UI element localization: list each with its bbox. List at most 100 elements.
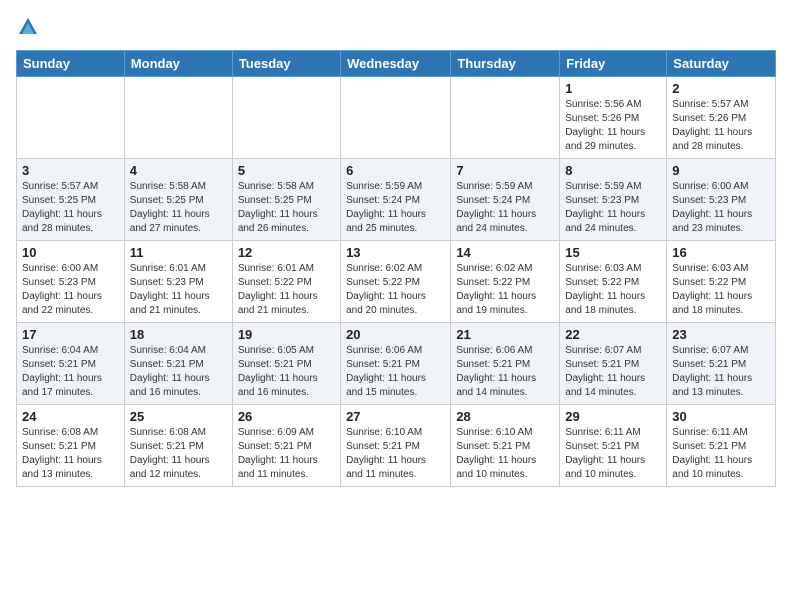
- calendar-cell: 27 Sunrise: 6:10 AM Sunset: 5:21 PM Dayli…: [341, 405, 451, 487]
- day-info: Sunrise: 6:11 AM Sunset: 5:21 PM Dayligh…: [565, 426, 661, 482]
- calendar-cell: 1 Sunrise: 5:56 AM Sunset: 5:26 PM Daylig…: [560, 77, 667, 159]
- day-info: Sunrise: 6:03 AM Sunset: 5:22 PM Dayligh…: [565, 262, 661, 318]
- day-number: 5: [238, 163, 335, 178]
- day-info: Sunrise: 6:10 AM Sunset: 5:21 PM Dayligh…: [456, 426, 554, 482]
- calendar: SundayMondayTuesdayWednesdayThursdayFrid…: [16, 50, 776, 487]
- calendar-cell: 29 Sunrise: 6:11 AM Sunset: 5:21 PM Dayli…: [560, 405, 667, 487]
- day-number: 12: [238, 245, 335, 260]
- calendar-cell: 9 Sunrise: 6:00 AM Sunset: 5:23 PM Daylig…: [667, 159, 776, 241]
- day-info: Sunrise: 6:01 AM Sunset: 5:22 PM Dayligh…: [238, 262, 335, 318]
- calendar-week-row: 1 Sunrise: 5:56 AM Sunset: 5:26 PM Daylig…: [17, 77, 776, 159]
- day-number: 15: [565, 245, 661, 260]
- logo-icon: [17, 16, 39, 38]
- calendar-cell: 19 Sunrise: 6:05 AM Sunset: 5:21 PM Dayli…: [232, 323, 340, 405]
- calendar-cell: 12 Sunrise: 6:01 AM Sunset: 5:22 PM Dayli…: [232, 241, 340, 323]
- day-info: Sunrise: 5:58 AM Sunset: 5:25 PM Dayligh…: [130, 180, 227, 236]
- day-info: Sunrise: 6:02 AM Sunset: 5:22 PM Dayligh…: [456, 262, 554, 318]
- calendar-cell: [17, 77, 125, 159]
- day-info: Sunrise: 6:05 AM Sunset: 5:21 PM Dayligh…: [238, 344, 335, 400]
- calendar-week-row: 3Sunrise: 5:57 AM Sunset: 5:25 PM Daylig…: [17, 159, 776, 241]
- calendar-cell: 23 Sunrise: 6:07 AM Sunset: 5:21 PM Dayli…: [667, 323, 776, 405]
- calendar-cell: [124, 77, 232, 159]
- calendar-cell: 28Sunrise: 6:10 AM Sunset: 5:21 PM Dayli…: [451, 405, 560, 487]
- calendar-cell: 2Sunrise: 5:57 AM Sunset: 5:26 PM Daylig…: [667, 77, 776, 159]
- day-info: Sunrise: 5:59 AM Sunset: 5:24 PM Dayligh…: [346, 180, 445, 236]
- day-info: Sunrise: 6:09 AM Sunset: 5:21 PM Dayligh…: [238, 426, 335, 482]
- calendar-week-row: 10 Sunrise: 6:00 AM Sunset: 5:23 PM Dayli…: [17, 241, 776, 323]
- calendar-cell: 10 Sunrise: 6:00 AM Sunset: 5:23 PM Dayli…: [17, 241, 125, 323]
- calendar-cell: 18 Sunrise: 6:04 AM Sunset: 5:21 PM Dayli…: [124, 323, 232, 405]
- day-number: 1: [565, 81, 661, 96]
- day-info: Sunrise: 5:56 AM Sunset: 5:26 PM Dayligh…: [565, 98, 661, 154]
- day-info: Sunrise: 6:08 AM Sunset: 5:21 PM Dayligh…: [22, 426, 119, 482]
- weekday-header-row: SundayMondayTuesdayWednesdayThursdayFrid…: [17, 51, 776, 77]
- calendar-cell: [341, 77, 451, 159]
- day-info: Sunrise: 5:59 AM Sunset: 5:24 PM Dayligh…: [456, 180, 554, 236]
- calendar-week-row: 17 Sunrise: 6:04 AM Sunset: 5:21 PM Dayli…: [17, 323, 776, 405]
- day-number: 11: [130, 245, 227, 260]
- day-info: Sunrise: 6:07 AM Sunset: 5:21 PM Dayligh…: [672, 344, 770, 400]
- day-number: 23: [672, 327, 770, 342]
- day-info: Sunrise: 6:02 AM Sunset: 5:22 PM Dayligh…: [346, 262, 445, 318]
- day-number: 18: [130, 327, 227, 342]
- day-number: 10: [22, 245, 119, 260]
- day-number: 20: [346, 327, 445, 342]
- day-info: Sunrise: 6:06 AM Sunset: 5:21 PM Dayligh…: [346, 344, 445, 400]
- day-number: 13: [346, 245, 445, 260]
- day-number: 4: [130, 163, 227, 178]
- day-info: Sunrise: 5:59 AM Sunset: 5:23 PM Dayligh…: [565, 180, 661, 236]
- day-info: Sunrise: 6:08 AM Sunset: 5:21 PM Dayligh…: [130, 426, 227, 482]
- weekday-header-wednesday: Wednesday: [341, 51, 451, 77]
- day-number: 29: [565, 409, 661, 424]
- day-number: 24: [22, 409, 119, 424]
- page: SundayMondayTuesdayWednesdayThursdayFrid…: [0, 0, 792, 503]
- day-info: Sunrise: 6:10 AM Sunset: 5:21 PM Dayligh…: [346, 426, 445, 482]
- day-info: Sunrise: 6:01 AM Sunset: 5:23 PM Dayligh…: [130, 262, 227, 318]
- day-info: Sunrise: 6:03 AM Sunset: 5:22 PM Dayligh…: [672, 262, 770, 318]
- weekday-header-tuesday: Tuesday: [232, 51, 340, 77]
- calendar-cell: 22 Sunrise: 6:07 AM Sunset: 5:21 PM Dayli…: [560, 323, 667, 405]
- calendar-cell: [232, 77, 340, 159]
- weekday-header-thursday: Thursday: [451, 51, 560, 77]
- calendar-cell: 11 Sunrise: 6:01 AM Sunset: 5:23 PM Dayli…: [124, 241, 232, 323]
- day-number: 17: [22, 327, 119, 342]
- calendar-cell: 30 Sunrise: 6:11 AM Sunset: 5:21 PM Dayli…: [667, 405, 776, 487]
- weekday-header-friday: Friday: [560, 51, 667, 77]
- day-info: Sunrise: 6:00 AM Sunset: 5:23 PM Dayligh…: [22, 262, 119, 318]
- calendar-cell: 24 Sunrise: 6:08 AM Sunset: 5:21 PM Dayli…: [17, 405, 125, 487]
- day-info: Sunrise: 6:04 AM Sunset: 5:21 PM Dayligh…: [130, 344, 227, 400]
- day-info: Sunrise: 6:06 AM Sunset: 5:21 PM Dayligh…: [456, 344, 554, 400]
- calendar-cell: 6 Sunrise: 5:59 AM Sunset: 5:24 PM Daylig…: [341, 159, 451, 241]
- calendar-cell: 14 Sunrise: 6:02 AM Sunset: 5:22 PM Dayli…: [451, 241, 560, 323]
- day-info: Sunrise: 6:07 AM Sunset: 5:21 PM Dayligh…: [565, 344, 661, 400]
- calendar-cell: 13 Sunrise: 6:02 AM Sunset: 5:22 PM Dayli…: [341, 241, 451, 323]
- day-info: Sunrise: 6:00 AM Sunset: 5:23 PM Dayligh…: [672, 180, 770, 236]
- day-number: 8: [565, 163, 661, 178]
- header: [16, 16, 776, 38]
- day-number: 16: [672, 245, 770, 260]
- weekday-header-monday: Monday: [124, 51, 232, 77]
- day-number: 2: [672, 81, 770, 96]
- day-number: 6: [346, 163, 445, 178]
- calendar-cell: 15 Sunrise: 6:03 AM Sunset: 5:22 PM Dayli…: [560, 241, 667, 323]
- day-number: 27: [346, 409, 445, 424]
- calendar-cell: 3Sunrise: 5:57 AM Sunset: 5:25 PM Daylig…: [17, 159, 125, 241]
- day-number: 30: [672, 409, 770, 424]
- calendar-cell: 17 Sunrise: 6:04 AM Sunset: 5:21 PM Dayli…: [17, 323, 125, 405]
- weekday-header-saturday: Saturday: [667, 51, 776, 77]
- day-number: 9: [672, 163, 770, 178]
- day-info: Sunrise: 5:57 AM Sunset: 5:25 PM Dayligh…: [22, 180, 119, 236]
- calendar-cell: 26 Sunrise: 6:09 AM Sunset: 5:21 PM Dayli…: [232, 405, 340, 487]
- day-info: Sunrise: 6:11 AM Sunset: 5:21 PM Dayligh…: [672, 426, 770, 482]
- day-number: 22: [565, 327, 661, 342]
- day-number: 26: [238, 409, 335, 424]
- calendar-cell: 20 Sunrise: 6:06 AM Sunset: 5:21 PM Dayli…: [341, 323, 451, 405]
- day-info: Sunrise: 6:04 AM Sunset: 5:21 PM Dayligh…: [22, 344, 119, 400]
- calendar-cell: [451, 77, 560, 159]
- day-number: 19: [238, 327, 335, 342]
- logo: [16, 16, 40, 38]
- calendar-cell: 8 Sunrise: 5:59 AM Sunset: 5:23 PM Daylig…: [560, 159, 667, 241]
- day-number: 14: [456, 245, 554, 260]
- calendar-cell: 25Sunrise: 6:08 AM Sunset: 5:21 PM Dayli…: [124, 405, 232, 487]
- calendar-cell: 5Sunrise: 5:58 AM Sunset: 5:25 PM Daylig…: [232, 159, 340, 241]
